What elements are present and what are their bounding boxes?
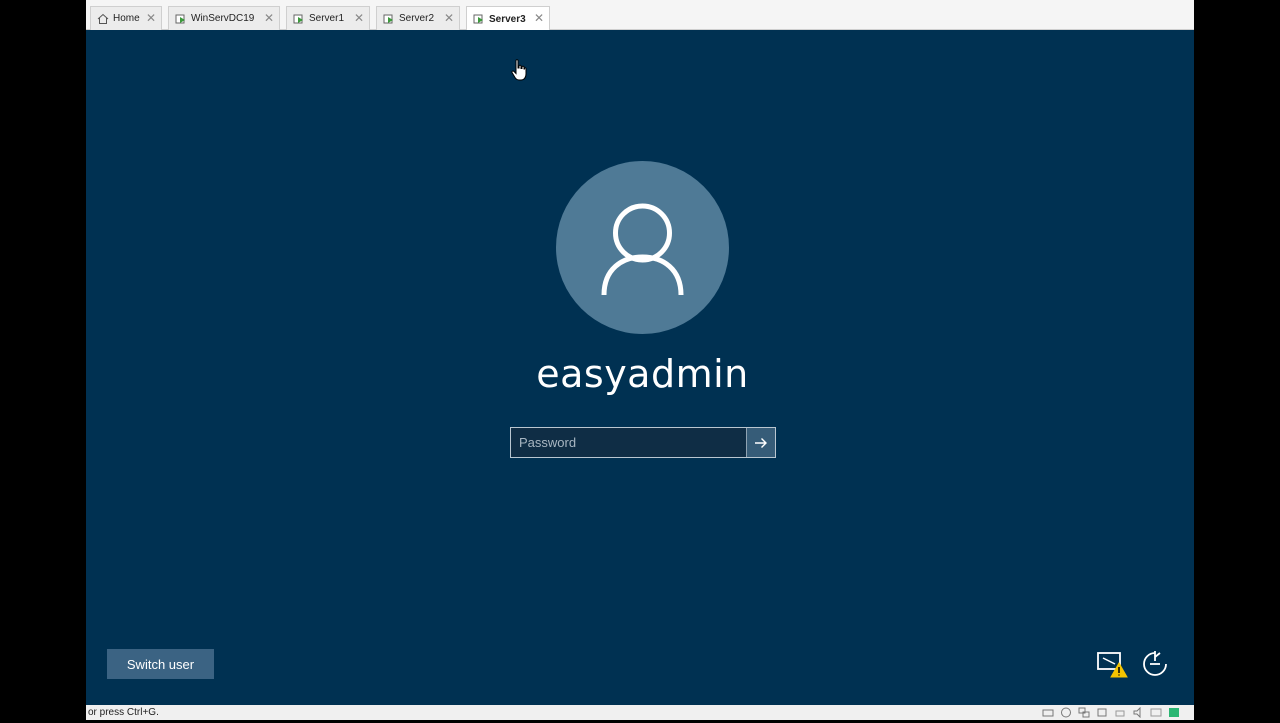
avatar xyxy=(556,161,729,334)
ease-of-access-icon[interactable] xyxy=(1140,649,1172,679)
hard-disk-icon[interactable] xyxy=(1042,707,1054,718)
message-icon[interactable] xyxy=(1168,707,1180,718)
tab-winservdc19[interactable]: WinServDC19 ✕ xyxy=(168,6,280,30)
tab-label: Home xyxy=(113,13,140,24)
printer-icon[interactable] xyxy=(1114,707,1126,718)
tab-home[interactable]: Home ✕ xyxy=(90,6,162,30)
close-icon[interactable]: ✕ xyxy=(353,11,365,25)
tab-label: Server3 xyxy=(489,13,526,25)
tab-server1[interactable]: Server1 ✕ xyxy=(286,6,370,30)
home-icon xyxy=(97,13,109,25)
lock-screen: easyadmin Switch user xyxy=(86,30,1194,705)
password-box xyxy=(510,427,776,458)
close-icon[interactable]: ✕ xyxy=(533,11,545,25)
tab-label: WinServDC19 xyxy=(191,13,255,24)
username-label: easyadmin xyxy=(536,352,749,396)
arrow-right-icon xyxy=(755,437,767,448)
close-icon[interactable]: ✕ xyxy=(145,11,157,25)
status-icons xyxy=(1042,706,1180,719)
display-icon[interactable] xyxy=(1150,707,1162,718)
tab-server2[interactable]: Server2 ✕ xyxy=(376,6,460,30)
tab-bar: Home ✕ WinServDC19 ✕ Server1 ✕ Server2 ✕ xyxy=(86,0,1194,31)
password-input[interactable] xyxy=(511,428,746,457)
hand-cursor-icon xyxy=(511,59,527,81)
vm-icon xyxy=(175,13,187,25)
tab-label: Server2 xyxy=(399,13,435,24)
vm-icon xyxy=(383,13,395,25)
close-icon[interactable]: ✕ xyxy=(263,11,275,25)
switch-user-button[interactable]: Switch user xyxy=(107,649,214,679)
user-icon xyxy=(601,203,684,296)
vm-window: Home ✕ WinServDC19 ✕ Server1 ✕ Server2 ✕ xyxy=(86,0,1194,720)
sound-icon[interactable] xyxy=(1132,706,1144,719)
tab-label: Server1 xyxy=(309,13,345,24)
cd-drive-icon[interactable] xyxy=(1060,707,1072,718)
tab-server3[interactable]: Server3 ✕ xyxy=(466,6,550,31)
status-hint: or press Ctrl+G. xyxy=(88,707,159,718)
status-bar: or press Ctrl+G. xyxy=(86,705,1194,720)
network-warning-icon[interactable] xyxy=(1097,649,1129,679)
network-adapter-icon[interactable] xyxy=(1078,707,1090,718)
submit-arrow-button[interactable] xyxy=(746,428,775,457)
vm-icon xyxy=(473,13,485,25)
usb-icon[interactable] xyxy=(1096,707,1108,718)
vm-icon xyxy=(293,13,305,25)
close-icon[interactable]: ✕ xyxy=(443,11,455,25)
